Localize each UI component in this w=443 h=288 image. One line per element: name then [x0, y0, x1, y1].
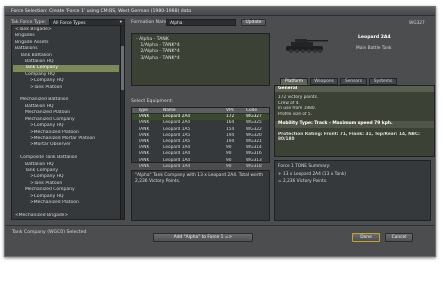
add-to-force-button[interactable]: Add "Alpha" to Force 1 =>: [153, 233, 253, 242]
tree-scroll-thumb[interactable]: [121, 46, 124, 90]
formation-row[interactable]: 3/Alpha - TANK*4: [136, 56, 179, 62]
equipment-rows: TANK Leopard 2A4 172 WG327 TANK Leopard 2A4 16…: [132, 114, 269, 176]
formation-row[interactable]: 2/Alpha - TANK*4: [136, 49, 179, 55]
tab-weapons[interactable]: Weapons: [310, 78, 338, 85]
force-selection-window: Force Selection: Create 'Force 1' using …: [4, 6, 436, 257]
force-summary-total: = 2,236 Victory Points.: [278, 179, 328, 184]
formation-name-label: Formation Name:: [131, 20, 171, 25]
formation-tree[interactable]: <Tank Brigade> Brigades Brigade Assets Batt…: [11, 25, 125, 220]
select-equipment-label: Select Equipment:: [131, 99, 174, 104]
formation-summary: "Alpha" Tank Company with 13 x Leopard 2…: [131, 170, 270, 221]
status-text: Tank Company (WGC0) Selected: [12, 230, 87, 235]
formation-rows: - Alpha - TANK 1/Alpha - TANK*4 2/Alpha …: [136, 37, 180, 62]
formation-structure: - Alpha - TANK 1/Alpha - TANK*4 2/Alpha …: [131, 33, 270, 86]
update-button[interactable]: Update: [241, 19, 266, 26]
cancel-button[interactable]: Cancel: [385, 233, 413, 242]
tab-platform[interactable]: Platform: [280, 78, 308, 85]
force-summary: Force 1 TONE Summary: + 13 x Leopard 2A4…: [274, 160, 431, 221]
window-title: Force Selection: Create 'Force 1' using …: [5, 7, 435, 16]
tab-systems[interactable]: Systems: [369, 78, 397, 85]
tree-scrollbar[interactable]: [120, 26, 124, 219]
unit-code: WG327: [409, 21, 425, 26]
unit-name: Leopard 2A4: [358, 35, 391, 40]
unit-details: General 172 victory points. Crew of 4. I…: [274, 85, 435, 157]
tree-rows: <Tank Brigade> Brigades Brigade Assets Batt…: [13, 27, 119, 219]
force-summary-title: Force 1 TONE Summary:: [278, 164, 331, 169]
unit-class: Main Battle Tank: [356, 46, 392, 51]
done-button[interactable]: Done: [352, 233, 380, 242]
tree-item[interactable]: <Mechanized Brigade>: [13, 213, 119, 219]
tab-sensors[interactable]: Sensors: [340, 78, 367, 85]
protection-text: Protection Rating: Front: 71, Flank: 31,…: [278, 131, 420, 143]
mobility-text: Mobility Type: Track - Maximum speed 79 …: [278, 121, 393, 127]
formation-name-input[interactable]: Alpha: [166, 19, 236, 26]
bottom-separator: [5, 225, 435, 226]
tank-silhouette-icon: [284, 35, 329, 55]
force-summary-line: + 13 x Leopard 2A4 (13 x Tank): [278, 171, 347, 177]
equipment-table: Type Name VPs Code TANK Leopard 2A4 172 WG3…: [131, 107, 270, 175]
